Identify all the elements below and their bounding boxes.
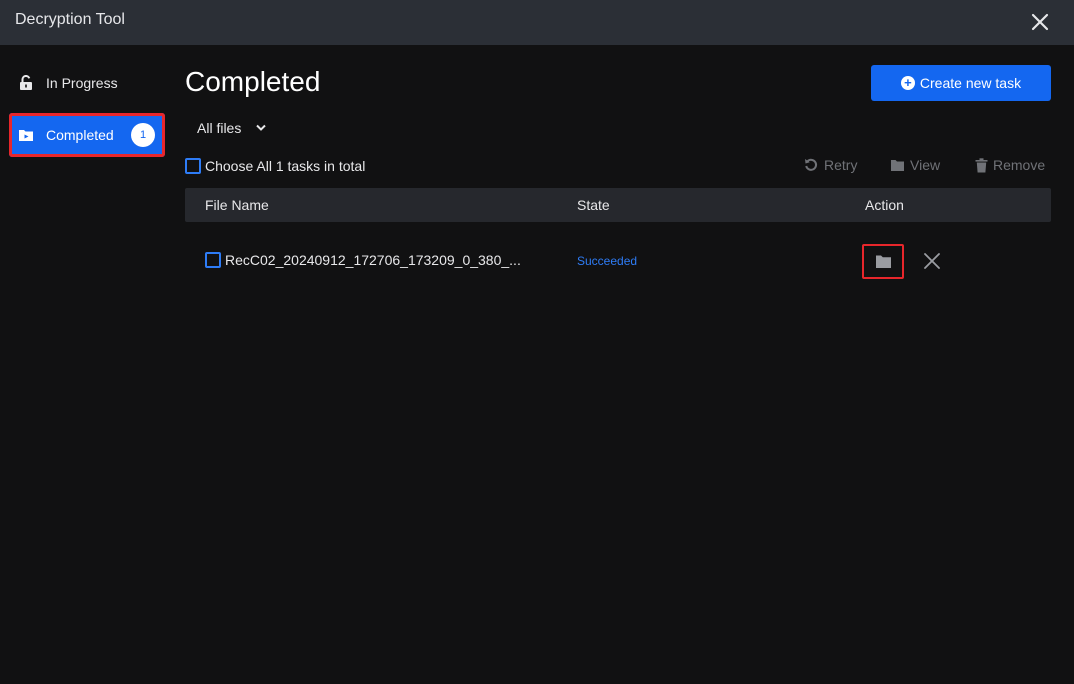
checkbox-box[interactable] <box>185 158 201 174</box>
remove-button[interactable]: Remove <box>975 157 1045 173</box>
window-title: Decryption Tool <box>15 11 125 28</box>
folder-icon <box>875 255 891 268</box>
close-button[interactable] <box>1026 8 1054 36</box>
page-title: Completed <box>185 66 321 97</box>
sidebar-item-in-progress[interactable]: In Progress <box>9 61 165 105</box>
file-filter-value: All files <box>197 120 242 136</box>
retry-icon <box>803 157 819 173</box>
column-header-action: Action <box>865 197 904 213</box>
column-header-file-name: File Name <box>205 197 269 213</box>
status-badge: Succeeded <box>577 254 638 268</box>
sidebar: In Progress Completed 1 <box>0 45 172 684</box>
unlock-icon <box>17 74 35 92</box>
choose-all-checkbox[interactable]: Choose All 1 tasks in total <box>185 158 365 174</box>
sidebar-item-label: Completed <box>46 127 114 143</box>
file-name: RecC02_20240912_172706_173209_0_380_... <box>225 252 521 268</box>
create-new-task-button[interactable]: + Create new task <box>871 65 1051 101</box>
plus-circle-icon: + <box>900 76 915 90</box>
choose-all-label: Choose All 1 tasks in total <box>205 158 366 174</box>
delete-task-button[interactable] <box>923 249 941 273</box>
row-checkbox[interactable] <box>205 252 221 268</box>
file-filter-dropdown[interactable]: All files <box>197 120 267 136</box>
completed-count-badge: 1 <box>131 123 155 147</box>
view-label: View <box>910 157 941 173</box>
title-bar: Decryption Tool <box>0 0 1074 45</box>
folder-icon <box>890 158 905 173</box>
table-row: RecC02_20240912_172706_173209_0_380_... … <box>185 240 1051 280</box>
create-new-task-label: Create new task <box>919 75 1022 91</box>
video-folder-icon <box>17 126 35 144</box>
remove-label: Remove <box>993 157 1046 173</box>
close-icon <box>1031 13 1049 31</box>
retry-button[interactable]: Retry <box>803 157 857 173</box>
view-button[interactable]: View <box>890 157 940 173</box>
sidebar-item-label: In Progress <box>46 75 118 91</box>
chevron-down-icon <box>255 124 267 132</box>
table-header: File Name State Action <box>185 188 1051 222</box>
sidebar-item-completed[interactable]: Completed 1 <box>9 113 165 157</box>
trash-icon <box>975 157 988 173</box>
column-header-state: State <box>577 197 610 213</box>
open-folder-button[interactable] <box>862 244 904 279</box>
close-icon <box>924 253 940 269</box>
retry-label: Retry <box>824 157 858 173</box>
